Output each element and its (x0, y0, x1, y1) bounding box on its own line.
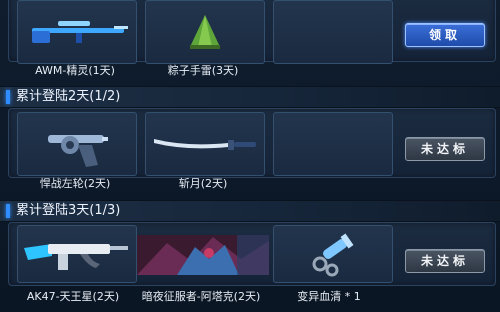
section-header-day-3: 累计登陆3天(1/3) (0, 200, 500, 222)
not-reached-button[interactable]: 未达标 (405, 137, 485, 161)
reward-slot-1[interactable] (17, 112, 137, 176)
reward-slot-2[interactable] (145, 0, 265, 64)
reward-row-day-3: 未达标 (8, 222, 496, 286)
blade-icon (154, 139, 256, 150)
reward-caption: AWM-精灵(1天) (35, 64, 115, 77)
section-title: 累计登陆3天(1/3) (16, 203, 121, 218)
claim-button[interactable]: 领取 (405, 23, 485, 47)
section-title: 累计登陆2天(1/2) (16, 89, 121, 104)
reward-slot-3[interactable] (273, 225, 393, 283)
login-reward-panel: 领取 AWM-精灵(1天) 粽子手雷(3天) 累计登陆2天(1/2) 未达标 悍… (0, 0, 500, 312)
reward-row-day-1: 领取 (8, 0, 496, 64)
character-portrait (137, 235, 269, 275)
section-header-day-2: 累计登陆2天(1/2) (0, 86, 500, 108)
reward-caption: 斩月(2天) (178, 177, 228, 190)
reward-caption: 悍战左轮(2天) (39, 177, 111, 190)
not-reached-button[interactable]: 未达标 (405, 249, 485, 273)
assault-rifle-icon (24, 244, 128, 270)
reward-slot-2[interactable] (137, 235, 269, 275)
reward-row-day-2: 未达标 (8, 108, 496, 178)
revolver-icon (48, 135, 108, 167)
reward-caption: 暗夜征服者-阿塔克(2天) (141, 290, 261, 303)
reward-slot-3-empty (273, 0, 393, 64)
reward-slot-1[interactable] (17, 0, 137, 64)
reward-caption: 变异血清 * 1 (297, 290, 361, 303)
accent-bar (6, 204, 10, 218)
reward-caption: 粽子手雷(3天) (167, 64, 239, 77)
reward-caption: AK47-天王星(2天) (26, 290, 120, 303)
sniper-rifle-icon (32, 21, 128, 43)
accent-bar (6, 90, 10, 104)
reward-slot-2[interactable] (145, 112, 265, 176)
reward-slot-3-empty (273, 112, 393, 176)
serum-syringe-icon (312, 233, 354, 277)
zongzi-grenade-icon (190, 15, 220, 49)
reward-slot-1[interactable] (17, 225, 137, 283)
